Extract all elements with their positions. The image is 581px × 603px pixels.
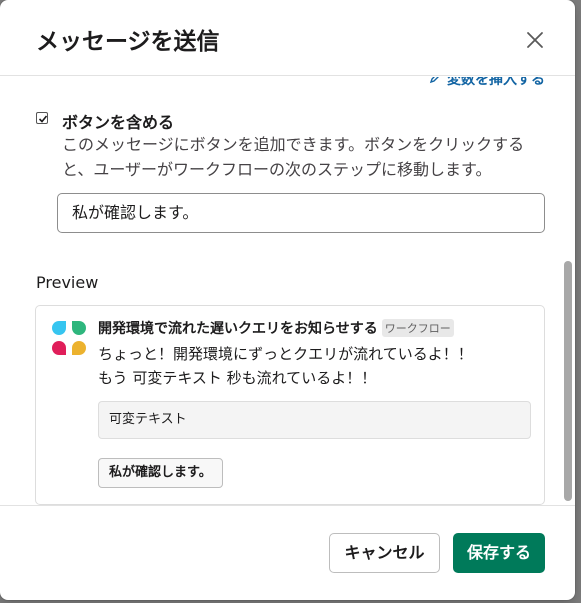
message-line-1: ちょっと！開発環境にずっとクエリが流れているよ！！ bbox=[98, 345, 473, 363]
workflow-badge: ワークフロー bbox=[381, 319, 454, 337]
insert-variable-link[interactable]: 変数を挿入する bbox=[429, 77, 545, 89]
message-preview: 開発環境で流れた遅いクエリをお知らせする ワークフロー ちょっと！開発環境にずっと… bbox=[35, 305, 545, 505]
dialog-title: メッセージを送信 bbox=[36, 29, 220, 55]
preview-heading: Preview bbox=[36, 273, 99, 292]
insert-variable-label: 変数を挿入する bbox=[447, 77, 545, 88]
send-message-dialog: メッセージを送信 変数を挿入する ボタンを含める このメッセージにボタンを追加で… bbox=[0, 0, 575, 600]
message-line-2: もう 可変テキスト 秒も流れているよ！！ bbox=[98, 369, 377, 387]
button-text-input[interactable]: 私が確認します。 bbox=[57, 193, 545, 233]
pencil-icon bbox=[429, 77, 443, 88]
close-icon bbox=[527, 32, 543, 48]
include-button-checkbox[interactable] bbox=[36, 112, 48, 124]
checkmark-icon bbox=[38, 115, 48, 123]
message-title-text: 開発環境で流れた遅いクエリをお知らせする bbox=[98, 321, 378, 337]
message-sender-title: 開発環境で流れた遅いクエリをお知らせする ワークフロー bbox=[98, 318, 454, 338]
include-button-description: このメッセージにボタンを追加できます。ボタンをクリックすると、ユーザーがワークフ… bbox=[62, 135, 525, 179]
message-code-block: 可変テキスト bbox=[98, 401, 531, 439]
preview-confirm-button[interactable]: 私が確認します。 bbox=[98, 458, 223, 488]
include-button-label[interactable]: ボタンを含める bbox=[62, 109, 174, 133]
scrollbar-thumb[interactable] bbox=[564, 261, 572, 501]
cancel-button[interactable]: キャンセル bbox=[329, 533, 440, 573]
dialog-header: メッセージを送信 bbox=[0, 0, 575, 76]
dialog-body[interactable]: 変数を挿入する ボタンを含める このメッセージにボタンを追加できます。ボタンをク… bbox=[0, 77, 575, 505]
dialog-footer: キャンセル 保存する bbox=[0, 505, 575, 600]
workflow-app-logo bbox=[52, 321, 86, 355]
close-button[interactable] bbox=[525, 30, 545, 50]
save-button[interactable]: 保存する bbox=[453, 533, 545, 573]
